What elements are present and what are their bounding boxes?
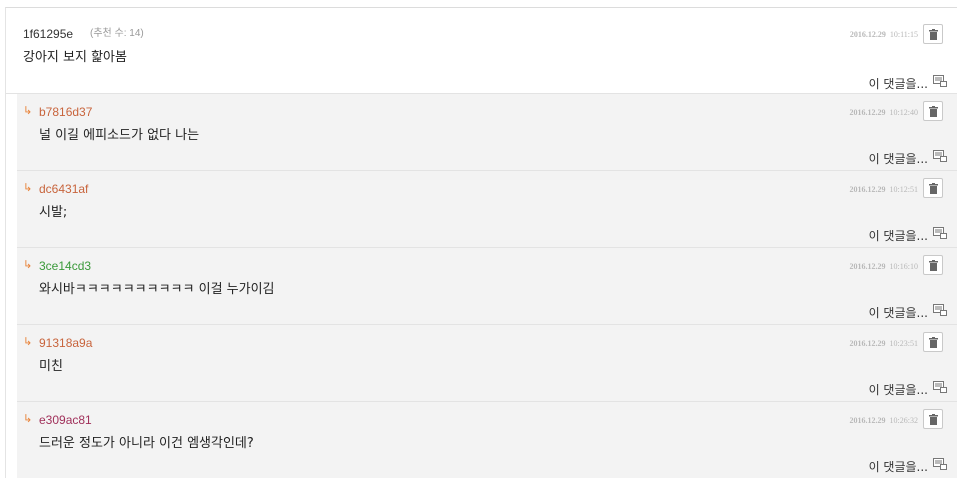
comment-date: 2016.12.29 — [849, 339, 886, 348]
comment-text: 미친 — [39, 359, 63, 374]
delete-button[interactable] — [923, 24, 943, 44]
comment-list: 1f61295e (추천 수: 14) 강아지 보지 핥아봄 2016.12.2… — [5, 7, 957, 478]
comment-author[interactable]: 3ce14cd3 — [39, 259, 91, 273]
comment-time: 10:12:40 — [889, 108, 918, 117]
comment-date: 2016.12.29 — [849, 108, 886, 117]
comment-time: 10:26:32 — [889, 416, 918, 425]
comment-text: 드러운 정도가 아니라 이건 엠생각인데? — [39, 436, 254, 451]
comment-timestamp: 2016.12.29 10:12:40 — [850, 108, 918, 118]
comment-text: 널 이길 에피소드가 없다 나는 — [39, 128, 200, 143]
comment-date: 2016.12.29 — [849, 262, 886, 271]
reply-arrow-icon: ↳ — [23, 181, 33, 194]
comment-timestamp: 2016.12.29 10:26:32 — [850, 416, 918, 426]
comment-date: 2016.12.29 — [849, 416, 886, 425]
delete-button[interactable] — [923, 178, 943, 198]
comment-date: 2016.12.29 — [849, 185, 886, 194]
comment-timestamp: 2016.12.29 10:11:15 — [850, 30, 918, 40]
delete-button[interactable] — [923, 332, 943, 352]
delete-button[interactable] — [923, 255, 943, 275]
report-link[interactable]: 이 댓글을... — [869, 306, 928, 320]
report-icon[interactable] — [933, 304, 947, 316]
comment-timestamp: 2016.12.29 10:12:51 — [850, 185, 918, 195]
comment-time: 10:16:10 — [889, 262, 918, 271]
trash-icon — [929, 337, 938, 348]
comment-author[interactable]: dc6431af — [39, 182, 88, 196]
report-link[interactable]: 이 댓글을... — [869, 460, 928, 474]
report-icon[interactable] — [933, 75, 947, 87]
comment-author[interactable]: 91318a9a — [39, 336, 92, 350]
comment-timestamp: 2016.12.29 10:23:51 — [850, 339, 918, 349]
comment-item: 1f61295e (추천 수: 14) 강아지 보지 핥아봄 2016.12.2… — [6, 8, 957, 94]
report-icon[interactable] — [933, 227, 947, 239]
trash-icon — [929, 414, 938, 425]
reply-arrow-icon: ↳ — [23, 335, 33, 348]
vote-count: (추천 수: 14) — [90, 28, 144, 39]
comment-timestamp: 2016.12.29 10:16:10 — [850, 262, 918, 272]
reply-item: ↳ b7816d37 널 이길 에피소드가 없다 나는 2016.12.29 10… — [17, 94, 957, 171]
report-link[interactable]: 이 댓글을... — [869, 77, 928, 91]
report-link[interactable]: 이 댓글을... — [869, 383, 928, 397]
report-link[interactable]: 이 댓글을... — [869, 229, 928, 243]
trash-icon — [929, 260, 938, 271]
trash-icon — [929, 29, 938, 40]
delete-button[interactable] — [923, 409, 943, 429]
report-icon[interactable] — [933, 150, 947, 162]
reply-arrow-icon: ↳ — [23, 104, 33, 117]
trash-icon — [929, 106, 938, 117]
reply-item: ↳ 91318a9a 미친 2016.12.29 10:23:51 이 댓글을..… — [17, 325, 957, 402]
comment-text: 와시바ㅋㅋㅋㅋㅋㅋㅋㅋㅋㅋ 이걸 누가이김 — [39, 282, 275, 297]
report-icon[interactable] — [933, 458, 947, 470]
reply-item: ↳ 3ce14cd3 와시바ㅋㅋㅋㅋㅋㅋㅋㅋㅋㅋ 이걸 누가이김 2016.12… — [17, 248, 957, 325]
reply-arrow-icon: ↳ — [23, 258, 33, 271]
comment-author[interactable]: b7816d37 — [39, 105, 92, 119]
comment-date: 2016.12.29 — [849, 30, 886, 39]
reply-item: ↳ e309ac81 드러운 정도가 아니라 이건 엠생각인데? 2016.12… — [17, 402, 957, 478]
comment-time: 10:11:15 — [889, 30, 918, 39]
reply-item: ↳ dc6431af 시발; 2016.12.29 10:12:51 이 댓글을.… — [17, 171, 957, 248]
comment-author[interactable]: 1f61295e — [23, 27, 73, 41]
delete-button[interactable] — [923, 101, 943, 121]
report-link[interactable]: 이 댓글을... — [869, 152, 928, 166]
comment-author[interactable]: e309ac81 — [39, 413, 92, 427]
report-icon[interactable] — [933, 381, 947, 393]
comment-text: 시발; — [39, 205, 68, 220]
comment-time: 10:12:51 — [889, 185, 918, 194]
comment-time: 10:23:51 — [889, 339, 918, 348]
trash-icon — [929, 183, 938, 194]
reply-arrow-icon: ↳ — [23, 412, 33, 425]
comment-text: 강아지 보지 핥아봄 — [23, 50, 127, 65]
